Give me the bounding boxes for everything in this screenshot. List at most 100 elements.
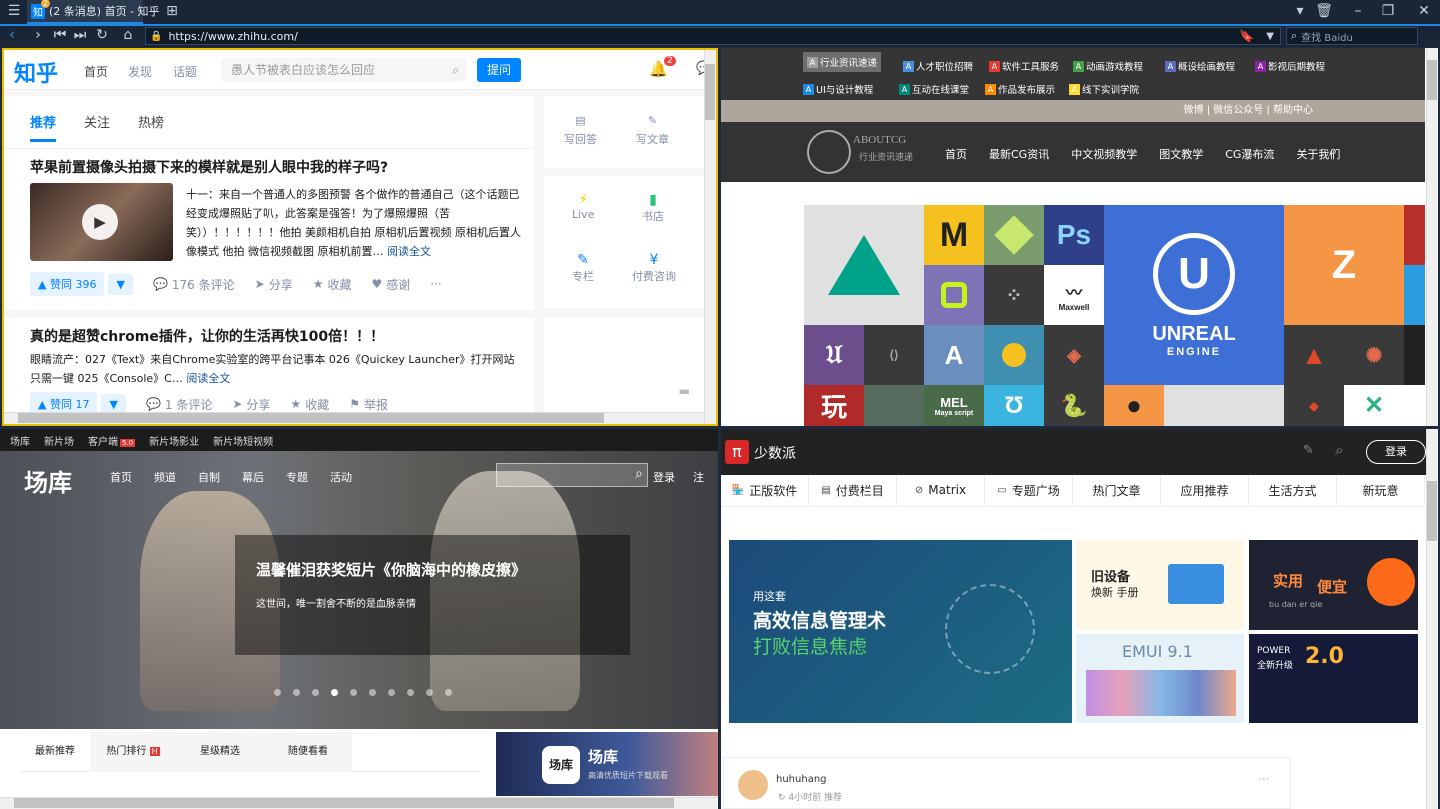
sspai-nav-item[interactable]: ▤ 付费栏目 [809, 475, 897, 505]
changku-topnav-item[interactable]: 场库 [10, 433, 30, 448]
cg-category-row2-2[interactable]: A 作品发布展示 [985, 82, 1055, 96]
sspai-logo-text[interactable]: 少数派 [754, 443, 796, 463]
fastforward-icon[interactable]: ⏭ [68, 24, 92, 46]
vertical-scrollbar[interactable] [1426, 429, 1438, 809]
green-tile[interactable] [864, 385, 924, 426]
edge-tile-1[interactable] [1404, 205, 1425, 265]
cg-nav-item[interactable]: CG瀑布流 [1225, 146, 1274, 162]
post1-title[interactable]: 苹果前置摄像头拍摄下来的模样就是别人眼中我的样子吗? [30, 157, 388, 177]
arnold-tile[interactable]: A [924, 325, 984, 385]
nav-home[interactable]: 首页 [84, 63, 108, 80]
side-paid-consult[interactable]: ¥ 付费咨询 [632, 252, 676, 284]
cube-tile[interactable]: ◈ [1044, 325, 1104, 385]
post1-comments[interactable]: 💬 176 条评论 [153, 276, 235, 293]
author-name[interactable]: huhuhang [776, 774, 827, 785]
mudbox-tile[interactable]: ▲ [1284, 325, 1344, 385]
cg-category-4[interactable]: A 概设绘画教程 [1161, 56, 1239, 76]
forward-icon[interactable]: › [26, 24, 50, 46]
photoshop-tile[interactable]: Ps [1044, 205, 1104, 265]
vertical-scrollbar[interactable] [1426, 48, 1438, 426]
tools-tile[interactable]: ✕ [1344, 385, 1404, 426]
zhihu-search-input[interactable]: 愚人节被表白应该怎么回应 ⌕ [221, 58, 467, 82]
tab-hot[interactable]: 热门排行 H [90, 732, 176, 772]
write-answer-button[interactable]: ▤ 写回答 [564, 114, 597, 147]
cg-category-3[interactable]: A 动画游戏教程 [1069, 56, 1147, 76]
trash-icon[interactable]: 🗑 [1312, 0, 1336, 22]
write-article-button[interactable]: ✎ 写文章 [636, 114, 669, 147]
post2-comments[interactable]: 💬 1 条评论 [146, 396, 212, 413]
hero-banner[interactable]: 场库 首页 频道 自制 幕后 专题 活动 ⌕ 登录 注 温馨催泪获奖短片《你脑海中的橡皮擦… [0, 451, 718, 729]
help-link[interactable]: 帮助中心 [1273, 105, 1313, 116]
changku-register[interactable]: 注 [693, 469, 704, 485]
changku-topnav-item[interactable]: 新片场 [44, 433, 74, 448]
post1-thanks[interactable]: ♥ 感谢 [371, 276, 410, 293]
post1-favorite[interactable]: ★ 收藏 [313, 276, 352, 293]
changku-nav-item[interactable]: 首页 [110, 469, 132, 485]
changku-nav-item[interactable]: 自制 [198, 469, 220, 485]
reload-icon[interactable]: ↻ [90, 24, 114, 46]
cg-nav-item[interactable]: 中文视频教学 [1071, 146, 1137, 162]
more-icon[interactable]: ··· [430, 277, 441, 291]
bookmark-icon[interactable]: 🔖 [1239, 29, 1254, 43]
ask-button[interactable]: 提问 [477, 58, 521, 82]
changku-topnav-item[interactable]: 客户端 5.0 [88, 433, 136, 448]
pen-icon[interactable]: ✎ [1303, 443, 1314, 458]
tab-follow[interactable]: 关注 [84, 112, 110, 131]
minimize-icon[interactable]: – [1346, 0, 1370, 22]
sspai-nav-item[interactable]: ▭ 专题广场 [985, 475, 1073, 505]
cg-nav-item[interactable]: 最新CG资讯 [989, 146, 1049, 162]
side-live[interactable]: ⚡ Live [572, 192, 594, 221]
search-icon[interactable]: ⌕ [1335, 441, 1343, 459]
zhihu-logo[interactable]: 知乎 [14, 56, 58, 88]
more-icon[interactable]: ··· [1258, 772, 1269, 786]
post1-upvote-button[interactable]: ▲ 赞同 396 [30, 272, 105, 296]
cg-category-row2-1[interactable]: A 互动在线课堂 [899, 82, 969, 96]
post2-read-more[interactable]: 阅读全文 [186, 372, 230, 385]
aboutcg-logo-icon[interactable] [807, 130, 851, 174]
nav-discover[interactable]: 发现 [128, 63, 152, 80]
changku-topnav-item[interactable]: 新片场影业 [149, 433, 199, 448]
changku-topnav-item[interactable]: 新片场短视频 [213, 433, 273, 448]
url-dropdown-icon[interactable]: ▼ [1266, 31, 1274, 42]
u-tile[interactable]: Ʊ [984, 385, 1044, 426]
post1-share[interactable]: ➤ 分享 [255, 276, 293, 293]
cg-nav-item[interactable]: 首页 [945, 146, 967, 162]
close-icon[interactable]: ✕ [1412, 0, 1436, 22]
tab-random[interactable]: 随便看看 [264, 732, 352, 772]
card-emui[interactable]: EMUI 9.1 [1076, 634, 1244, 723]
card-refresh-guide[interactable]: 旧设备 焕新 手册 [1076, 540, 1244, 630]
search-field[interactable]: ⌕ 查找 Baidu [1286, 27, 1418, 45]
edge-tile-2[interactable] [1404, 325, 1425, 385]
post1-downvote-button[interactable]: ▼ [108, 273, 133, 295]
active-tab[interactable]: 知2 (2 条消息) 首页 - 知乎 [27, 0, 160, 24]
url-field[interactable]: 🔒 https://www.zhihu.com/ 🔖 ▼ [145, 27, 1281, 45]
carousel-dots[interactable] [268, 685, 458, 699]
changku-search-input[interactable]: ⌕ [496, 463, 648, 487]
m-tile[interactable]: M [924, 205, 984, 265]
post2-report[interactable]: ⚑ 举报 [349, 396, 388, 413]
cg-nav-item[interactable]: 图文教学 [1159, 146, 1203, 162]
weibo-link[interactable]: 微博 [1184, 105, 1204, 116]
teal-tile[interactable] [1164, 385, 1284, 426]
changku-nav-item[interactable]: 频道 [154, 469, 176, 485]
zbrush-tile[interactable]: Z [1284, 205, 1404, 325]
tab-hot[interactable]: 热榜 [138, 112, 164, 131]
post1-video-thumbnail[interactable]: ▶ [30, 183, 173, 261]
side-column[interactable]: ✎ 专栏 [572, 252, 594, 284]
tab-star[interactable]: 星级精选 [176, 732, 264, 772]
cg-category-0[interactable]: A 行业资讯速递 [803, 52, 882, 72]
wan-tile[interactable]: 玩 [804, 385, 864, 426]
feedback-icon[interactable]: ▬ [679, 384, 690, 398]
tab-recommend[interactable]: 推荐 [30, 112, 57, 142]
new-tab-icon[interactable]: ⊞ [160, 0, 184, 22]
nav-topics[interactable]: 话题 [173, 63, 197, 80]
changku-app-promo[interactable]: 场库 场库 高清优质短片下载观看 [496, 732, 718, 796]
tab-latest[interactable]: 最新推荐 [20, 732, 90, 772]
tab-menu-icon[interactable]: ▾ [1288, 0, 1312, 22]
changku-logo[interactable]: 场库 [24, 463, 72, 498]
bell-icon[interactable]: 🔔 2 [649, 56, 676, 78]
cg-category-2[interactable]: A 软件工具服务 [985, 56, 1063, 76]
sspai-nav-item[interactable]: 应用推荐 [1161, 475, 1249, 505]
mel-tile[interactable]: MEL Maya script [924, 385, 984, 426]
edge-tile-3[interactable] [1404, 265, 1425, 325]
